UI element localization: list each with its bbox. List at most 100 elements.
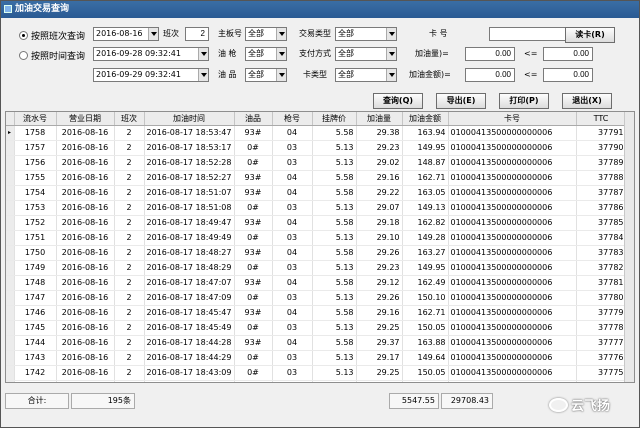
col-header[interactable]: 加油量: [356, 112, 403, 126]
table-row[interactable]: 1757 2016-08-16 2 2016-08-17 18:53:17 0# 03 5.…: [6, 140, 627, 156]
table-cell: 162.71: [402, 170, 449, 186]
row-indicator: [6, 155, 15, 171]
radio-by-time[interactable]: 按照时间查询: [19, 49, 85, 62]
table-row[interactable]: 1752 2016-08-16 2 2016-08-17 18:49:47 93# 04 5…: [6, 215, 627, 231]
table-cell: 2016-08-17 18:52:27: [144, 170, 235, 186]
table-cell: 04: [272, 275, 313, 291]
chevron-down-icon[interactable]: [276, 48, 286, 60]
table-row[interactable]: 1753 2016-08-16 2 2016-08-17 18:51:08 0# 03 5.…: [6, 200, 627, 216]
table-cell: 03: [272, 320, 313, 336]
table-cell: 1741: [14, 380, 57, 382]
table-cell: 2016-08-17 18:49:47: [144, 215, 235, 231]
table-cell: 0#: [234, 320, 273, 336]
table-row[interactable]: 17412016-08-1622016-08-17 18:43:0893#045…: [6, 380, 627, 382]
table-cell: 37787: [576, 185, 627, 201]
col-header[interactable]: 班次: [114, 112, 145, 126]
chevron-down-icon[interactable]: [276, 28, 286, 40]
table-row[interactable]: 1743 2016-08-16 2 2016-08-17 18:44:29 0# 03 5.…: [6, 350, 627, 366]
business-date-picker[interactable]: 2016-08-16: [93, 27, 159, 41]
table-row[interactable]: 1754 2016-08-16 2 2016-08-17 18:51:07 93# 04 5…: [6, 185, 627, 201]
table-cell: 04: [272, 185, 313, 201]
table-cell: 2016-08-16: [56, 335, 115, 351]
table-cell: 03: [272, 200, 313, 216]
col-header[interactable]: 油品: [234, 112, 273, 126]
gun-select[interactable]: 全部: [245, 27, 287, 41]
row-indicator: [6, 350, 15, 366]
chevron-down-icon[interactable]: [198, 48, 208, 60]
table-row[interactable]: 1750 2016-08-16 2 2016-08-17 18:48:27 93# 04 5…: [6, 245, 627, 261]
col-header[interactable]: 加油时间: [144, 112, 235, 126]
gun-label: 主板号: [218, 29, 242, 38]
table-cell: 04: [272, 305, 313, 321]
chevron-down-icon[interactable]: [276, 69, 286, 81]
amount-min-input[interactable]: 0.00: [465, 68, 515, 82]
pay-method-select[interactable]: 全部: [335, 47, 397, 61]
transaction-table[interactable]: 流水号 营业日期 班次 加油时间 油品 枪号 挂牌价 加油量 加油金额 卡号 T…: [5, 111, 635, 383]
row-indicator: [6, 275, 15, 291]
chevron-down-icon[interactable]: [386, 28, 396, 40]
chevron-down-icon[interactable]: [198, 69, 208, 81]
table-cell: 5.13: [312, 230, 357, 246]
volume-min-input[interactable]: 0.00: [465, 47, 515, 61]
query-button[interactable]: 查询(Q): [373, 93, 423, 109]
table-cell: 2016-08-16: [56, 185, 115, 201]
col-header[interactable]: 枪号: [272, 112, 313, 126]
export-button[interactable]: 导出(E): [436, 93, 486, 109]
table-cell: 37784: [576, 230, 627, 246]
table-cell: 03: [272, 365, 313, 381]
card-type-select[interactable]: 全部: [335, 68, 397, 82]
print-button[interactable]: 打印(P): [499, 93, 549, 109]
volume-max-input[interactable]: 0.00: [543, 47, 593, 61]
table-cell: 1757: [14, 140, 57, 156]
amount-max-input[interactable]: 0.00: [543, 68, 593, 82]
table-row[interactable]: 1744 2016-08-16 2 2016-08-17 18:44:28 93# 04 5…: [6, 335, 627, 351]
table-row[interactable]: 1746 2016-08-16 2 2016-08-17 18:45:47 93# 04 5…: [6, 305, 627, 321]
table-cell: 2016-08-16: [56, 155, 115, 171]
table-cell: 5.13: [312, 290, 357, 306]
col-header[interactable]: 卡号: [448, 112, 577, 126]
table-cell: 163.27: [402, 245, 449, 261]
table-row[interactable]: 1756 2016-08-16 2 2016-08-17 18:52:28 0# 03 5.…: [6, 155, 627, 171]
time-from-picker[interactable]: 2016-09-28 09:32:41: [93, 47, 209, 61]
title-bar: 加油交易查询: [1, 1, 639, 18]
txn-type-select[interactable]: 全部: [335, 27, 397, 41]
row-indicator: [6, 215, 15, 231]
read-card-button[interactable]: 读卡(R): [565, 27, 615, 43]
chevron-down-icon[interactable]: [148, 28, 158, 40]
col-header[interactable]: 加油金额: [402, 112, 449, 126]
table-row[interactable]: 1755 2016-08-16 2 2016-08-17 18:52:27 93# 04 5…: [6, 170, 627, 186]
table-row[interactable]: 1747 2016-08-16 2 2016-08-17 18:47:09 0# 03 5.…: [6, 290, 627, 306]
table-row[interactable]: 1748 2016-08-16 2 2016-08-17 18:47:07 93# 04 5…: [6, 275, 627, 291]
table-cell: 1753: [14, 200, 57, 216]
table-cell: 2016-08-17 18:47:07: [144, 275, 235, 291]
table-cell: 29.26: [356, 290, 403, 306]
table-row[interactable]: ▸ 1758 2016-08-16 2 2016-08-17 18:53:47 93# 04…: [6, 125, 627, 141]
vertical-scrollbar[interactable]: [624, 112, 634, 382]
table-cell: 29.38: [356, 125, 403, 141]
table-cell: 37790: [576, 140, 627, 156]
chevron-down-icon[interactable]: [386, 69, 396, 81]
time-to-picker[interactable]: 2016-09-29 09:32:41: [93, 68, 209, 82]
product-select[interactable]: 全部: [245, 68, 287, 82]
col-header[interactable]: 挂牌价: [312, 112, 357, 126]
nozzle-select[interactable]: 全部: [245, 47, 287, 61]
shift-input[interactable]: 2: [185, 27, 209, 41]
table-cell: 93#: [234, 215, 273, 231]
table-row[interactable]: 1745 2016-08-16 2 2016-08-17 18:45:49 0# 03 5.…: [6, 320, 627, 336]
col-header[interactable]: 流水号: [14, 112, 57, 126]
table-cell: 29.26: [356, 245, 403, 261]
table-cell: 2016-08-17 18:43:08: [144, 380, 235, 382]
exit-button[interactable]: 退出(X): [562, 93, 612, 109]
col-header[interactable]: TTC: [576, 112, 627, 126]
radio-by-shift[interactable]: 按照班次查询: [19, 29, 85, 42]
table-cell: 2016-08-16: [56, 230, 115, 246]
table-row[interactable]: 1751 2016-08-16 2 2016-08-17 18:49:49 0# 03 5.…: [6, 230, 627, 246]
table-row[interactable]: 1742 2016-08-16 2 2016-08-17 18:43:09 0# 03 5.…: [6, 365, 627, 381]
table-cell: 29.17: [356, 350, 403, 366]
chevron-down-icon[interactable]: [386, 48, 396, 60]
table-cell: 29.12: [356, 275, 403, 291]
table-cell: 2: [114, 365, 145, 381]
table-cell: 01000413500000000006: [448, 290, 577, 306]
col-header[interactable]: 营业日期: [56, 112, 115, 126]
table-row[interactable]: 1749 2016-08-16 2 2016-08-17 18:48:29 0# 03 5.…: [6, 260, 627, 276]
